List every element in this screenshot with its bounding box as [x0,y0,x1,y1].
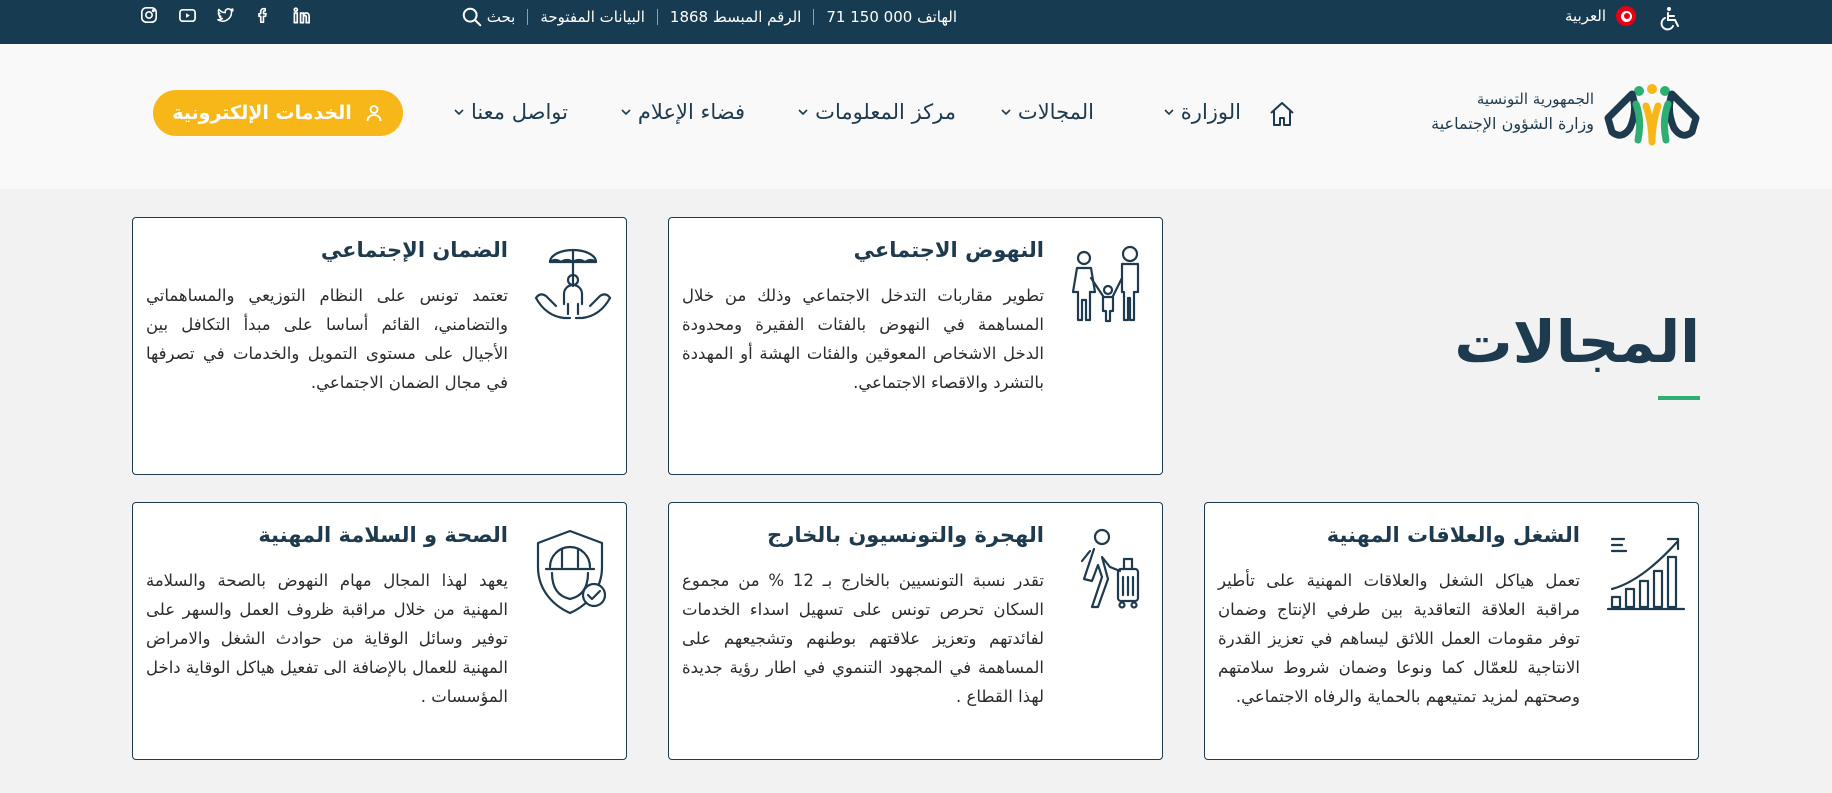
growth-chart-icon [1604,527,1686,617]
card-title: الصحة و السلامة المهنية [258,523,508,547]
divider [656,9,658,25]
divider [813,9,815,25]
language-switcher[interactable]: العربية [1565,6,1636,26]
user-icon [366,105,382,122]
card-description: تعمل هياكل الشغل والعلاقات المهنية على ت… [1218,571,1580,706]
facebook-icon[interactable] [252,4,274,26]
domain-card-labour-relations[interactable]: الشغل والعلاقات المهنية تعمل هياكل الشغل… [1204,502,1699,760]
card-description: تقدر نسبة التونسيين بالخارج بـ 12 % من م… [682,571,1044,706]
section-title: المجالات [1454,308,1700,376]
nav-info-center[interactable]: مركز المعلومات [797,100,956,124]
instagram-icon[interactable] [138,4,160,26]
linkedin-icon[interactable] [290,4,312,26]
tunisia-flag-icon [1616,6,1636,26]
eservices-label: الخدمات الإلكترونية [172,102,352,124]
family-icon [1068,242,1150,332]
chevron-down-icon [454,109,464,116]
nav-label: مركز المعلومات [815,100,956,124]
safety-helmet-icon [532,527,614,617]
chevron-down-icon [621,109,631,116]
nav-ministry[interactable]: الوزارة [1163,100,1241,124]
nav-contact[interactable]: تواصل معنا [453,100,568,124]
republic-label: الجمهورية التونسية [1476,90,1594,108]
phone-text: الهاتف 000 150 71 [826,8,957,26]
card-description: يعهد لهذا المجال مهام النهوض بالصحة والس… [146,571,508,706]
chevron-down-icon [1164,109,1174,116]
domain-card-occupational-health[interactable]: الصحة و السلامة المهنية يعهد لهذا المجال… [132,502,627,760]
card-title: الشغل والعلاقات المهنية [1326,523,1580,547]
search-icon [462,7,481,27]
search-label: بحث [486,8,516,26]
eservices-button[interactable]: الخدمات الإلكترونية [153,90,403,136]
card-title: الضمان الإجتماعي [320,238,508,262]
card-title: الهجرة والتونسيون بالخارج [767,523,1044,547]
top-info-links: الهاتف 000 150 71 الرقم المبسط 1868 البي… [461,6,957,28]
main-header: الجمهورية التونسية وزارة الشؤون الإجتماع… [0,44,1832,189]
social-links [138,4,312,26]
accessibility-icon[interactable] [1658,6,1682,32]
card-description: تعتمد تونس على النظام التوزيعي والمساهما… [146,286,508,392]
ministry-label: وزارة الشؤون الإجتماعية [1431,114,1594,133]
language-label: العربية [1565,7,1606,25]
nav-label: الوزارة [1180,100,1241,124]
ministry-name[interactable]: الجمهورية التونسية وزارة الشؤون الإجتماع… [1431,90,1594,133]
home-icon[interactable] [1268,100,1296,128]
domain-card-social-security[interactable]: الضمان الإجتماعي تعتمد تونس على النظام ا… [132,217,627,475]
ministry-logo-icon[interactable] [1602,80,1702,150]
divider [527,9,529,25]
chevron-down-icon [1001,109,1011,116]
protected-person-icon [532,242,614,332]
chevron-down-icon [798,109,808,116]
search-button[interactable]: بحث [461,6,516,28]
open-data-link[interactable]: البيانات المفتوحة [540,8,645,26]
traveler-icon [1068,527,1150,617]
nav-label: المجالات [1017,100,1094,124]
nav-domains[interactable]: المجالات [1000,100,1094,124]
nav-media[interactable]: فضاء الإعلام [620,100,745,124]
card-title: النهوض الاجتماعي [853,238,1044,262]
title-underline [1658,396,1700,400]
domain-card-social-promotion[interactable]: النهوض الاجتماعي تطوير مقاربات التدخل ال… [668,217,1163,475]
card-description: تطوير مقاربات التدخل الاجتماعي وذلك من خ… [682,286,1044,392]
youtube-icon[interactable] [176,4,198,26]
nav-label: تواصل معنا [470,100,568,124]
nav-label: فضاء الإعلام [637,100,745,124]
domain-card-migration[interactable]: الهجرة والتونسيون بالخارج تقدر نسبة التو… [668,502,1163,760]
top-bar: العربية الهاتف 000 150 71 الرقم المبسط 1… [0,0,1832,44]
hotline-text: الرقم المبسط 1868 [669,8,802,26]
twitter-icon[interactable] [214,4,236,26]
